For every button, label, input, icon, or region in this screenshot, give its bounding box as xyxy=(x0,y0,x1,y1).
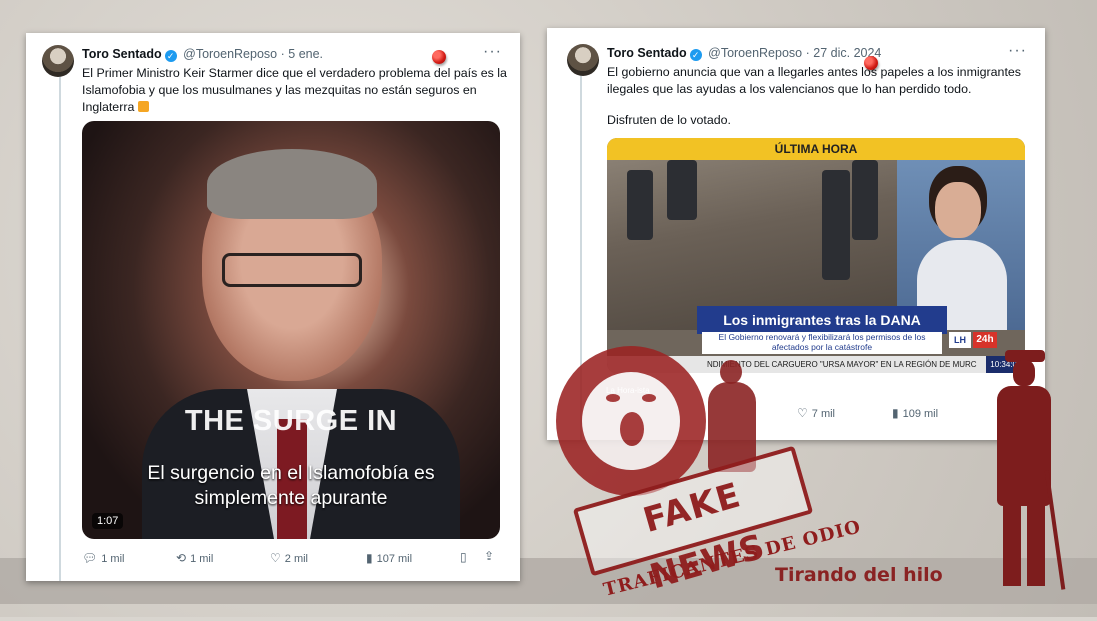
video-overlay-text: THE SURGE IN xyxy=(184,405,398,437)
silhouette-head xyxy=(1013,360,1035,386)
verified-badge-icon: ✓ xyxy=(689,49,702,61)
person-leg xyxy=(822,170,850,280)
more-options-icon[interactable]: ··· xyxy=(483,43,502,61)
share-icon[interactable]: ⇪ xyxy=(484,549,498,563)
reply-icon: 💬︎ xyxy=(82,551,98,565)
like-action[interactable]: ♡ 7 mil xyxy=(797,406,835,420)
channel-logo: LH xyxy=(949,332,971,348)
like-action[interactable]: ♡ 2 mil xyxy=(270,551,308,565)
tweet-image[interactable]: ÚLTIMA HORA Los inmigrantes tras la DANA… xyxy=(607,138,1025,373)
heart-icon: ♡ xyxy=(270,551,281,565)
view-count: 107 mil xyxy=(376,553,413,565)
news-subheadline: El Gobierno renovará y flexibilizará los… xyxy=(702,332,942,354)
channel-24h-badge: 24h xyxy=(973,332,997,348)
tirando-del-hilo-title: Tirando del hilo xyxy=(775,564,943,586)
news-headline: Los inmigrantes tras la DANA xyxy=(697,306,947,334)
video-subtitle: El surgencio en el Islamofobía es simple… xyxy=(147,462,435,509)
tweet-date[interactable]: 5 ene. xyxy=(288,47,323,61)
silhouette-leg xyxy=(1003,500,1021,586)
push-pin-icon xyxy=(432,50,446,64)
separator-dot: · xyxy=(805,46,810,60)
studio-scene xyxy=(897,160,1025,330)
tweet-video[interactable]: THE SURGE IN El surgencio en el Islamofo… xyxy=(82,121,500,539)
screaming-face-logo: La Hora-ista xyxy=(556,346,706,496)
heart-icon: ♡ xyxy=(797,406,808,420)
views-icon: ▮ xyxy=(366,551,373,565)
avatar[interactable] xyxy=(42,45,74,77)
silhouette-body xyxy=(997,386,1051,506)
video-glasses xyxy=(222,253,362,287)
tweet-text-body: El gobierno anuncia que van a llegarles … xyxy=(607,65,1021,96)
views-action[interactable]: ▮ 109 mil xyxy=(892,406,938,420)
author-name[interactable]: Toro Sentado xyxy=(82,47,162,61)
verified-badge-icon: ✓ xyxy=(164,50,177,62)
silhouette-leg xyxy=(1027,500,1045,586)
bookmark-icon[interactable]: ▯ xyxy=(460,550,471,564)
person-leg xyxy=(667,160,697,220)
like-count: 7 mil xyxy=(811,408,835,420)
reply-count: 1 mil xyxy=(101,553,125,565)
view-count: 109 mil xyxy=(902,408,939,420)
video-hair xyxy=(207,149,377,219)
logo-label: La Hora-ista xyxy=(606,386,650,395)
separator-dot: · xyxy=(280,47,285,61)
thread-line xyxy=(59,73,61,581)
repost-icon: ⟲ xyxy=(176,551,187,565)
logo-eye xyxy=(606,394,620,402)
author-name[interactable]: Toro Sentado xyxy=(607,46,687,60)
repost-action[interactable]: ⟲ 1 mil xyxy=(176,551,213,565)
tweet-card-starmer[interactable]: Toro Sentado ✓ @ToroenReposo · 5 ene. ···… xyxy=(26,33,520,581)
person-leg xyxy=(852,160,878,240)
person-leg xyxy=(627,170,653,240)
author-handle[interactable]: @ToroenReposo xyxy=(708,46,802,60)
emoji-icon xyxy=(137,101,149,112)
detective-silhouette-icon xyxy=(983,350,1069,590)
logo-mouth xyxy=(620,412,644,446)
push-pin-icon xyxy=(864,56,878,70)
avatar[interactable] xyxy=(567,44,599,76)
silhouette-cane xyxy=(1044,470,1066,590)
reply-action[interactable]: 💬︎ 1 mil xyxy=(82,551,124,565)
tweet-text: El Primer Ministro Keir Starmer dice que… xyxy=(82,65,507,116)
breaking-news-banner: ÚLTIMA HORA xyxy=(607,138,1025,160)
author-handle[interactable]: @ToroenReposo xyxy=(183,47,277,61)
logo-eye xyxy=(642,394,656,402)
tweet-text: El gobierno anuncia que van a llegarles … xyxy=(607,64,1027,129)
presenter-head xyxy=(935,182,981,238)
video-duration: 1:07 xyxy=(92,513,124,529)
tweet-header: Toro Sentado ✓ @ToroenReposo · 27 dic. 20… xyxy=(607,46,881,61)
figure-head xyxy=(720,360,742,384)
tweet-header: Toro Sentado ✓ @ToroenReposo · 5 ene. xyxy=(82,47,323,62)
flood-scene xyxy=(607,160,897,330)
views-action[interactable]: ▮ 107 mil xyxy=(366,551,412,565)
more-options-icon[interactable]: ··· xyxy=(1008,42,1027,60)
like-count: 2 mil xyxy=(284,553,308,565)
tweet-text-closing: Disfruten de lo votado. xyxy=(607,113,731,127)
views-icon: ▮ xyxy=(892,406,899,420)
repost-count: 1 mil xyxy=(190,553,214,565)
